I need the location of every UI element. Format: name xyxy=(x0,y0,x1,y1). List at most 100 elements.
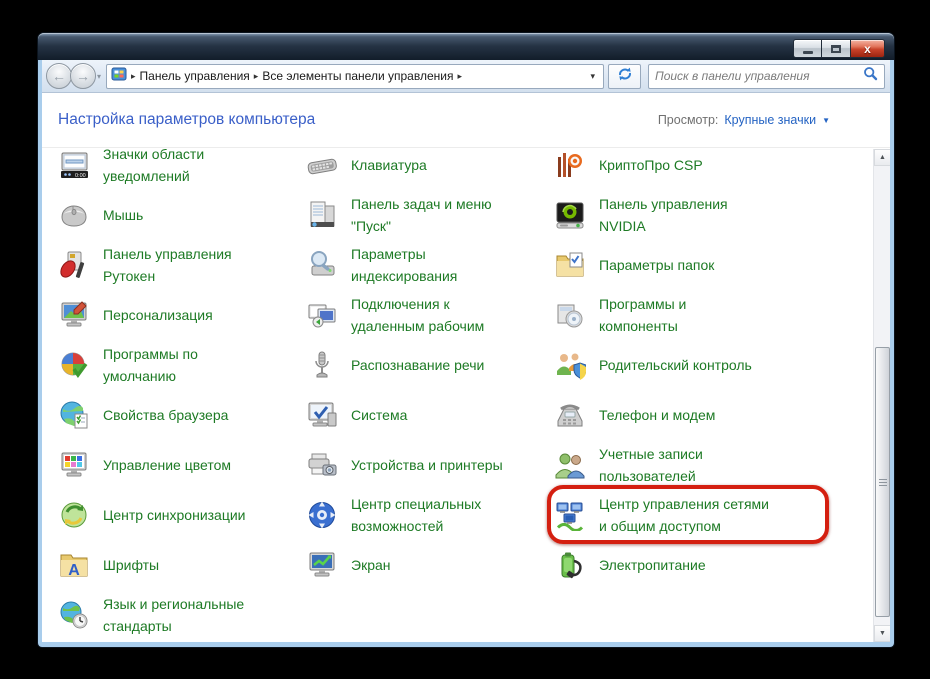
back-button[interactable]: ← xyxy=(46,63,72,89)
item-label: Параметрыиндексирования xyxy=(351,243,457,287)
titlebar[interactable]: x xyxy=(38,33,894,60)
control-panel-item[interactable]: Устройства и принтеры xyxy=(306,440,550,490)
indexing-options-icon xyxy=(306,249,338,281)
item-label: Панель управленияРутокен xyxy=(103,243,232,287)
item-label: Система xyxy=(351,404,407,426)
breadcrumb-item[interactable]: Панель управления xyxy=(140,69,250,83)
control-panel-item[interactable]: Центр специальныхвозможностей xyxy=(306,490,550,540)
breadcrumb-separator-icon: ▸ xyxy=(127,71,140,82)
rutoken-icon xyxy=(58,249,90,281)
power-options-icon xyxy=(554,549,586,581)
back-arrow-icon: ← xyxy=(52,69,66,83)
control-panel-item[interactable]: Клавиатура xyxy=(306,149,550,190)
close-icon: x xyxy=(864,43,871,55)
search-icon[interactable] xyxy=(863,66,878,86)
control-panel-item[interactable]: Свойства браузера xyxy=(58,390,302,440)
maximize-button[interactable] xyxy=(822,39,851,58)
item-label: Программы икомпоненты xyxy=(599,293,686,337)
breadcrumb-items: ▸Панель управления▸Все элементы панели у… xyxy=(127,69,466,83)
breadcrumb-separator-icon: ▸ xyxy=(250,71,263,82)
sync-center-icon xyxy=(58,499,90,531)
speech-recognition-icon xyxy=(306,349,338,381)
programs-features-icon xyxy=(554,299,586,331)
item-label: Мышь xyxy=(103,204,143,226)
control-panel-item[interactable]: Программы икомпоненты xyxy=(554,290,798,340)
breadcrumb[interactable]: ▸Панель управления▸Все элементы панели у… xyxy=(106,64,604,89)
internet-options-icon xyxy=(58,399,90,431)
item-label: Управление цветом xyxy=(103,454,231,476)
scroll-down-button[interactable]: ▼ xyxy=(874,625,890,642)
control-panel-item[interactable]: Система xyxy=(306,390,550,440)
control-panel-item[interactable]: 0:00Значки областиуведомлений xyxy=(58,149,302,190)
control-panel-item[interactable]: A Шрифты xyxy=(58,540,302,590)
search-input[interactable]: Поиск в панели управления xyxy=(648,64,885,89)
item-label: Программы поумолчанию xyxy=(103,343,198,387)
close-button[interactable]: x xyxy=(851,39,885,58)
parental-controls-icon xyxy=(554,349,586,381)
control-panel-item[interactable]: Мышь xyxy=(58,190,302,240)
chevron-down-icon[interactable]: ▼ xyxy=(822,116,830,125)
control-panel-window: x ← → ▾ ▸Панель управления▸Все элементы … xyxy=(38,33,894,647)
control-panel-item[interactable]: Экран xyxy=(306,540,550,590)
control-panel-item[interactable]: Панель управленияNVIDIA xyxy=(554,190,798,240)
control-panel-item[interactable]: Панель управленияРутокен xyxy=(58,240,302,290)
nvidia-icon xyxy=(554,199,586,231)
control-panel-item[interactable]: Распознавание речи xyxy=(306,340,550,390)
folder-options-icon xyxy=(554,249,586,281)
refresh-icon xyxy=(617,66,633,87)
control-panel-item[interactable]: Персонализация xyxy=(58,290,302,340)
header-row: Настройка параметров компьютера Просмотр… xyxy=(42,93,890,148)
minimize-button[interactable] xyxy=(793,39,822,58)
forward-button[interactable]: → xyxy=(70,63,96,89)
cryptopro-icon xyxy=(554,149,586,181)
default-programs-icon xyxy=(58,349,90,381)
item-label: Центр синхронизации xyxy=(103,504,246,526)
caption-buttons: x xyxy=(793,39,885,58)
color-management-icon xyxy=(58,449,90,481)
vertical-scrollbar[interactable]: ▲ ▼ xyxy=(873,149,890,642)
item-label: Язык и региональныестандарты xyxy=(103,593,244,637)
scroll-thumb[interactable] xyxy=(875,347,890,617)
control-panel-item[interactable]: Центр синхронизации xyxy=(58,490,302,540)
remote-desktop-icon xyxy=(306,299,338,331)
control-panel-item[interactable]: Подключения кудаленным рабочим xyxy=(306,290,550,340)
breadcrumb-item[interactable]: Все элементы панели управления xyxy=(262,69,453,83)
taskbar-start-menu-icon xyxy=(306,199,338,231)
control-panel-item[interactable]: Учетные записипользователей xyxy=(554,440,798,490)
item-label: Учетные записипользователей xyxy=(599,443,703,487)
control-panel-item[interactable]: Параметрыиндексирования xyxy=(306,240,550,290)
maximize-icon xyxy=(831,45,841,53)
view-value-link[interactable]: Крупные значки xyxy=(724,113,816,127)
control-panel-item[interactable]: Управление цветом xyxy=(58,440,302,490)
item-label: Центр управления сетямии общим доступом xyxy=(599,493,769,537)
control-panel-item[interactable]: Параметры папок xyxy=(554,240,798,290)
desktop: x ← → ▾ ▸Панель управления▸Все элементы … xyxy=(0,0,930,679)
control-panel-item[interactable]: КриптоПро CSP xyxy=(554,149,798,190)
control-panel-item[interactable]: Программы поумолчанию xyxy=(58,340,302,390)
control-panel-item[interactable]: Электропитание xyxy=(554,540,798,590)
forward-arrow-icon: → xyxy=(76,69,90,83)
control-panel-item[interactable]: Центр управления сетямии общим доступом xyxy=(554,490,798,540)
control-panel-item[interactable]: Родительский контроль xyxy=(554,340,798,390)
address-dropdown-icon[interactable]: ▾ xyxy=(586,71,599,82)
refresh-button[interactable] xyxy=(608,64,641,89)
history-dropdown-icon[interactable]: ▾ xyxy=(97,72,101,81)
item-label: Шрифты xyxy=(103,554,159,576)
svg-text:A: A xyxy=(68,562,80,579)
item-label: Устройства и принтеры xyxy=(351,454,503,476)
item-label: Параметры папок xyxy=(599,254,714,276)
item-label: Подключения кудаленным рабочим xyxy=(351,293,484,337)
region-language-icon xyxy=(58,599,90,631)
item-label: Свойства браузера xyxy=(103,404,228,426)
mouse-icon xyxy=(58,199,90,231)
control-panel-item[interactable]: Язык и региональныестандарты xyxy=(58,590,302,640)
item-label: Электропитание xyxy=(599,554,706,576)
item-label: Клавиатура xyxy=(351,154,427,176)
client-area: Настройка параметров компьютера Просмотр… xyxy=(42,93,890,642)
control-panel-item[interactable]: Панель задач и меню"Пуск" xyxy=(306,190,550,240)
control-panel-item[interactable]: Телефон и модем xyxy=(554,390,798,440)
view-selector[interactable]: Просмотр: Крупные значки ▼ xyxy=(658,113,874,127)
scroll-up-button[interactable]: ▲ xyxy=(874,149,890,166)
item-label: Значки областиуведомлений xyxy=(103,149,204,187)
minimize-icon xyxy=(803,51,813,54)
